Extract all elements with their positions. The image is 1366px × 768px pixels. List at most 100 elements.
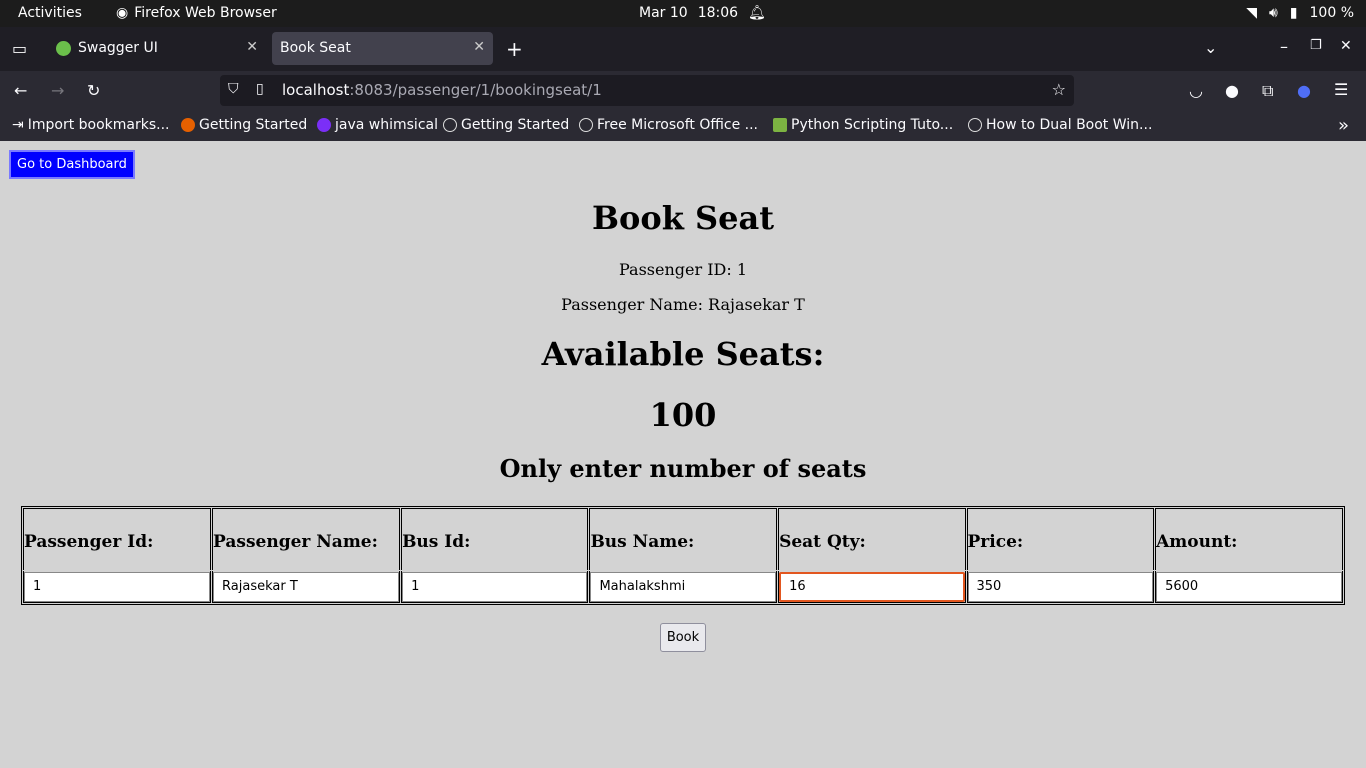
- passenger-id-text: Passenger ID: 1: [618, 260, 748, 279]
- app-name: Firefox Web Browser: [134, 5, 277, 21]
- app-menu[interactable]: ◉ Firefox Web Browser: [116, 5, 277, 21]
- bookmark-import[interactable]: ⇥ Import bookmarks...: [12, 117, 170, 133]
- clock[interactable]: Mar 10 18:06 🔔︎: [639, 5, 766, 21]
- tab-bar: ▭ Swagger UI ✕ Book Seat ✕ + ⌄ – ❐ ✕: [0, 27, 1366, 71]
- system-top-bar: Activities ◉ Firefox Web Browser Mar 10 …: [0, 0, 1366, 27]
- extensions-icon[interactable]: ⧉: [1262, 81, 1273, 101]
- book-button[interactable]: Book: [660, 623, 706, 652]
- url-host: localhost: [282, 81, 350, 99]
- url-path: :8083/passenger/1/bookingseat/1: [349, 81, 602, 99]
- url-text[interactable]: localhost:8083/passenger/1/bookingseat/1: [282, 81, 602, 99]
- close-tab-icon[interactable]: ✕: [473, 39, 485, 55]
- firefox-icon: ◉: [116, 5, 129, 21]
- date: Mar 10: [639, 5, 688, 21]
- battery-icon: ▮: [1289, 5, 1298, 21]
- forward-icon[interactable]: →: [51, 81, 64, 100]
- header-bus-name: Bus Name:: [589, 508, 778, 570]
- time: 18:06: [697, 5, 739, 21]
- import-icon: ⇥: [12, 117, 24, 133]
- whimsical-icon: [317, 118, 331, 132]
- firefox-view-icon[interactable]: ▭: [12, 39, 27, 58]
- cell: [212, 571, 401, 603]
- header-seat-qty: Seat Qty:: [778, 508, 966, 570]
- activities-button[interactable]: Activities: [18, 5, 82, 21]
- bus-id-input[interactable]: [402, 571, 588, 602]
- zoom-extension-icon[interactable]: ●: [1297, 81, 1311, 100]
- close-tab-icon[interactable]: ✕: [246, 39, 258, 55]
- bookmark-python-scripting[interactable]: Python Scripting Tuto...: [773, 117, 953, 133]
- header-row: Passenger Id: Passenger Name: Bus Id: Bu…: [23, 508, 1343, 570]
- wifi-icon: ◥: [1246, 5, 1257, 21]
- system-status-area[interactable]: ◥ 🔊︎ ▮ 100 %: [1246, 5, 1354, 21]
- available-seats-value: 100: [649, 396, 717, 434]
- volume-icon: 🔊︎: [1268, 5, 1278, 21]
- tab-swagger-ui[interactable]: Swagger UI ✕: [44, 32, 266, 65]
- reload-icon[interactable]: ↻: [87, 81, 100, 100]
- bus-name-input[interactable]: [590, 571, 777, 602]
- page-content: Go to Dashboard Book Seat Passenger ID: …: [0, 141, 1366, 768]
- bookmark-java-whimsical[interactable]: java whimsical: [317, 117, 438, 133]
- seats-instruction: Only enter number of seats: [499, 454, 867, 483]
- navigation-bar: ← → ↻ ⛉ ▯ localhost:8083/passenger/1/boo…: [0, 71, 1366, 111]
- new-tab-icon[interactable]: +: [506, 37, 523, 61]
- booking-table: Passenger Id: Passenger Name: Bus Id: Bu…: [21, 506, 1345, 605]
- swagger-favicon-icon: [56, 41, 71, 56]
- alarm-icon: 🔔︎: [748, 5, 766, 21]
- bookmark-label: java whimsical: [335, 117, 438, 133]
- menu-icon[interactable]: ☰: [1334, 80, 1348, 99]
- globe-icon: [579, 118, 593, 132]
- bookmark-label: Getting Started: [461, 117, 570, 133]
- page-title: Book Seat: [591, 199, 775, 237]
- bookmark-label: Python Scripting Tuto...: [791, 117, 954, 133]
- globe-icon: [443, 118, 457, 132]
- cell: [589, 571, 778, 603]
- header-amount: Amount:: [1155, 508, 1343, 570]
- passenger-name-input[interactable]: [213, 571, 400, 602]
- url-bar[interactable]: ⛉ ▯ localhost:8083/passenger/1/bookingse…: [220, 75, 1074, 106]
- cell: [1155, 571, 1343, 603]
- tab-label: Swagger UI: [78, 40, 158, 56]
- tab-label: Book Seat: [280, 40, 351, 56]
- bookmarks-toolbar: ⇥ Import bookmarks... Getting Started jav…: [0, 111, 1366, 141]
- bookmark-label: How to Dual Boot Win...: [986, 117, 1153, 133]
- price-input[interactable]: [967, 571, 1154, 602]
- bookmark-getting-started-1[interactable]: Getting Started: [181, 117, 307, 133]
- cell: [23, 571, 212, 603]
- bookmark-free-office[interactable]: Free Microsoft Office ...: [579, 117, 758, 133]
- list-all-tabs-icon[interactable]: ⌄: [1204, 38, 1217, 57]
- more-bookmarks-icon[interactable]: »: [1338, 115, 1349, 136]
- passenger-id-input[interactable]: [24, 571, 211, 602]
- seat-qty-input[interactable]: [779, 571, 965, 602]
- tab-book-seat[interactable]: Book Seat ✕: [272, 32, 493, 65]
- account-avatar-icon[interactable]: ●: [1225, 81, 1239, 100]
- firefox-icon: [181, 118, 195, 132]
- header-passenger-name: Passenger Name:: [212, 508, 401, 570]
- back-icon[interactable]: ←: [14, 81, 27, 100]
- python-site-icon: [773, 118, 787, 132]
- cell: [966, 571, 1155, 603]
- battery-level: 100 %: [1309, 5, 1354, 21]
- passenger-name-text: Passenger Name: Rajasekar T: [561, 295, 805, 314]
- available-seats-heading: Available Seats:: [541, 335, 825, 373]
- amount-input[interactable]: [1156, 571, 1342, 602]
- minimize-icon[interactable]: –: [1280, 37, 1288, 56]
- header-passenger-id: Passenger Id:: [23, 508, 212, 570]
- cell: [778, 571, 966, 603]
- bookmark-label: Getting Started: [199, 117, 308, 133]
- cell: [401, 571, 589, 603]
- bookmark-label: Import bookmarks...: [27, 117, 170, 133]
- close-window-icon[interactable]: ✕: [1340, 38, 1352, 54]
- bookmark-label: Free Microsoft Office ...: [597, 117, 758, 133]
- go-to-dashboard-button[interactable]: Go to Dashboard: [9, 150, 135, 179]
- input-row: [23, 571, 1343, 603]
- header-bus-id: Bus Id:: [401, 508, 589, 570]
- bookmark-dual-boot[interactable]: How to Dual Boot Win...: [968, 117, 1152, 133]
- pocket-icon[interactable]: ◡: [1189, 81, 1203, 100]
- globe-icon: [968, 118, 982, 132]
- page-info-icon[interactable]: ▯: [256, 81, 264, 97]
- bookmark-star-icon[interactable]: ☆: [1052, 80, 1066, 99]
- header-price: Price:: [966, 508, 1155, 570]
- restore-icon[interactable]: ❐: [1310, 38, 1322, 53]
- shield-icon[interactable]: ⛉: [228, 81, 239, 97]
- bookmark-getting-started-2[interactable]: Getting Started: [443, 117, 569, 133]
